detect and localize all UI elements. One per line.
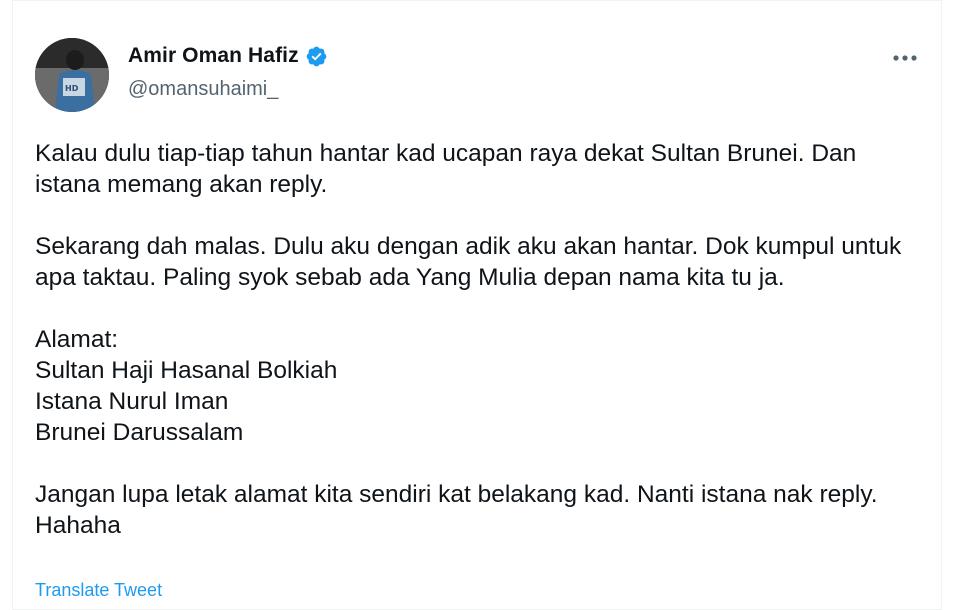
verified-badge-icon (305, 45, 328, 68)
translate-tweet-link[interactable]: Translate Tweet (35, 580, 162, 601)
profile-photo: HD (35, 38, 109, 112)
tweet-paragraph: Sekarang dah malas. Dulu aku dengan adik… (35, 233, 902, 291)
author-name-row: Amir Oman Hafiz (128, 44, 328, 68)
tweet-text: Kalau dulu tiap-tiap tahun hantar kad uc… (35, 138, 915, 541)
svg-text:HD: HD (65, 84, 79, 93)
author-handle[interactable]: @omansuhaimi_ (128, 78, 278, 101)
tweet-paragraph: Kalau dulu tiap-tiap tahun hantar kad uc… (35, 140, 857, 198)
avatar[interactable]: HD (35, 38, 109, 112)
author-display-name[interactable]: Amir Oman Hafiz (128, 44, 299, 68)
tweet-paragraph: Jangan lupa letak alamat kita sendiri ka… (35, 481, 878, 539)
more-options-icon[interactable] (890, 48, 922, 68)
tweet-paragraph-address: Alamat: Sultan Haji Hasanal Bolkiah Ista… (35, 326, 338, 446)
